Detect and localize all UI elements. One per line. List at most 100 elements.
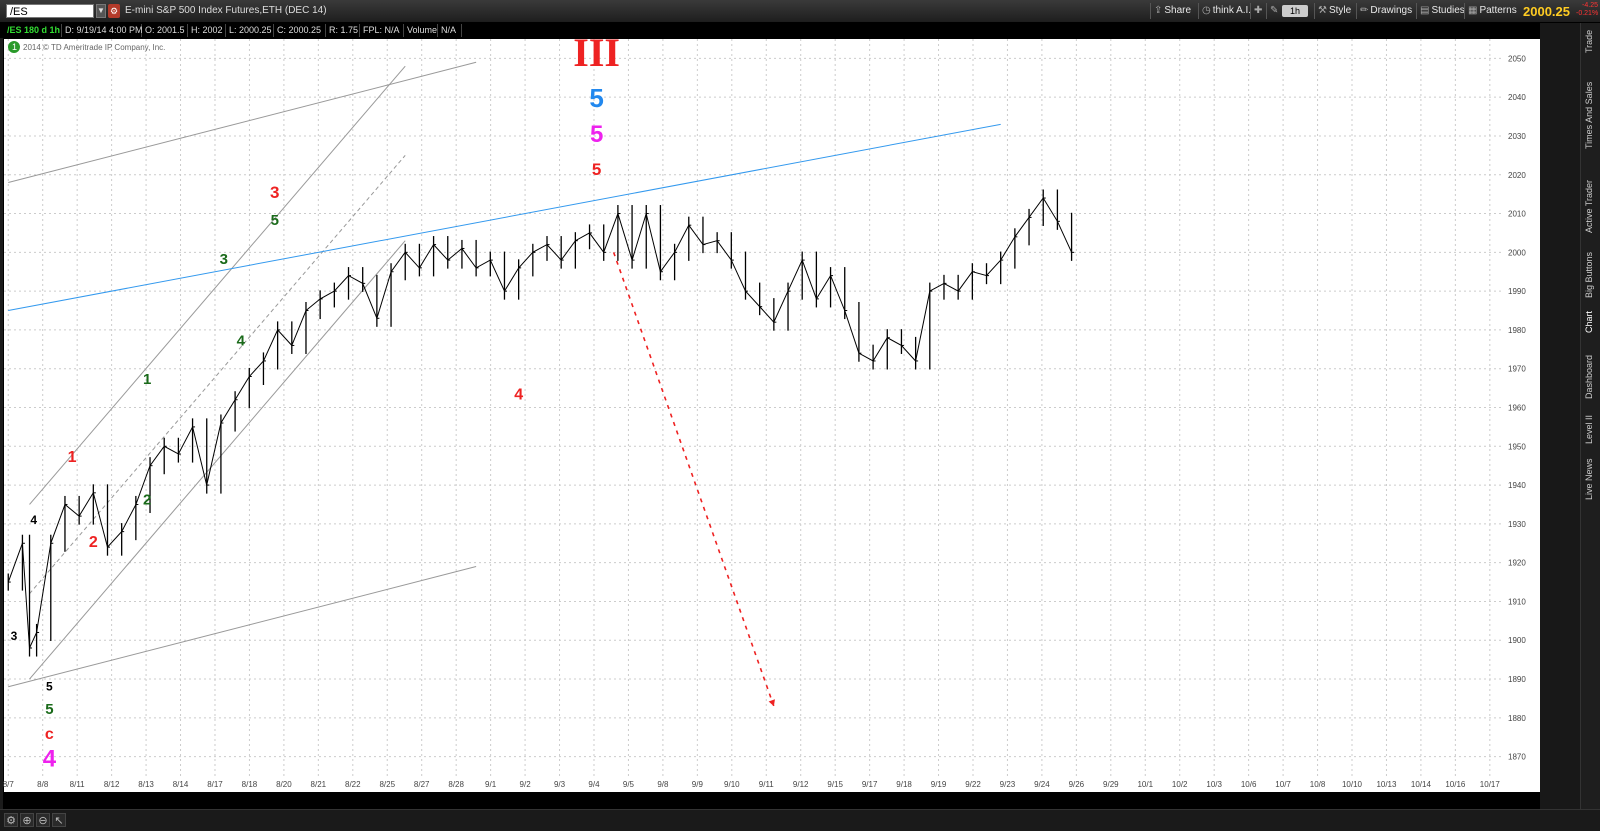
y-tick-label: 1900 [1508,636,1526,645]
share-button[interactable]: ⇪ Share [1150,3,1194,19]
studies-button[interactable]: ▤ Studies [1416,3,1468,19]
chart-svg[interactable]: 1870 1880 1890 1900 1910 1920 1930 1940 1950 1960… [3,30,1540,809]
y-tick-label: 1890 [1508,675,1526,684]
x-tick-label: 9/19 [931,780,947,789]
y-tick-label: 1920 [1508,559,1526,568]
bar-open: O: 2001.5 [142,24,188,37]
wave-label: 4 [237,332,246,349]
volume-value: N/A [438,24,462,37]
wave-label: 4 [43,745,57,772]
crosshair-icon: ✚ [1254,5,1263,16]
x-tick-label: 8/20 [276,780,292,789]
x-tick-label: 9/8 [657,780,669,789]
x-tick-label: 9/10 [724,780,740,789]
x-tick-label: 10/17 [1480,780,1501,789]
y-tick-label: 1950 [1508,442,1526,451]
pencil-icon: ✏ [1360,5,1369,16]
tab-times-and-sales[interactable]: Times And Sales [1584,69,1598,161]
y-tick-label: 2030 [1508,132,1526,141]
x-tick-label: 10/7 [1275,780,1291,789]
x-tick-label: 9/4 [588,780,600,789]
bottom-toolbar: ⚙ ⊕ ⊖ ↖ [0,809,1600,831]
studies-icon: ▤ [1420,5,1430,16]
drawings-button[interactable]: ✏ Drawings [1356,3,1415,19]
wave-label: 3 [270,183,279,202]
crosshair-tool-button[interactable]: ✚ [1250,3,1267,19]
net-change: -4.25 -0.21% [1576,2,1598,18]
wave-label: 2 [89,534,98,551]
bar-date: D: 9/19/14 4:00 PM [62,24,143,37]
think-ai-button[interactable]: ◷ think A.I. [1198,3,1254,19]
wave-label: c [45,726,54,743]
right-sidebar: Trade Times And Sales Active Trader Big … [1580,23,1600,809]
x-tick-label: 9/12 [793,780,809,789]
tab-big-buttons[interactable]: Big Buttons [1584,245,1598,305]
y-tick-label: 1970 [1508,365,1526,374]
wave-label: 5 [590,121,603,148]
x-tick-label: 8/14 [173,780,189,789]
x-tick-label: 10/8 [1310,780,1326,789]
wave-label: 4 [514,387,523,404]
x-tick-label: 10/2 [1172,780,1188,789]
last-price: 2000.25 [1523,4,1570,19]
logo: 1 [8,41,20,53]
x-tick-label: 8/18 [242,780,258,789]
x-tick-label: 8/7 [3,780,14,789]
tab-dashboard[interactable]: Dashboard [1584,349,1598,405]
y-tick-label: 1930 [1508,520,1526,529]
tab-level-ii[interactable]: Level II [1584,411,1598,447]
y-tick-label: 2020 [1508,171,1526,180]
panel-divider[interactable] [1540,23,1580,809]
x-tick-label: 8/25 [379,780,395,789]
x-tick-label: 9/29 [1103,780,1119,789]
y-tick-label: 1990 [1508,287,1526,296]
tab-active-trader[interactable]: Active Trader [1584,171,1598,241]
wave-label: 5 [589,83,603,113]
style-button[interactable]: ⚒ Style [1314,3,1354,19]
symbol-input[interactable]: /ES [6,4,94,18]
tools-button[interactable]: ✎ [1266,3,1283,19]
wave-label: 4 [30,513,37,527]
wrench-icon: ✎ [1270,5,1279,16]
bar-range: R: 1.75 [326,24,360,37]
pointer-icon[interactable]: ↖ [52,813,66,827]
copyright-text: 2014 © TD Ameritrade IP Company, Inc. [23,43,165,52]
chart-info-bar: /ES 180 d 1h D: 9/19/14 4:00 PM O: 2001.… [0,23,1540,38]
x-tick-label: 9/26 [1069,780,1085,789]
patterns-button[interactable]: ▦ Patterns [1464,3,1520,19]
x-tick-label: 9/3 [554,780,566,789]
price-chart[interactable]: 1870 1880 1890 1900 1910 1920 1930 1940 1950 1960… [3,30,1540,809]
bar-low: L: 2000.25 [226,24,274,37]
zoom-in-icon[interactable]: ⊕ [20,813,34,827]
zoom-out-icon[interactable]: ⊖ [36,813,50,827]
aggregation-selector[interactable]: 1h [1282,5,1308,17]
symbol-dropdown-icon[interactable]: ▼ [96,4,106,18]
tab-chart[interactable]: Chart [1584,307,1598,337]
top-toolbar: /ES ▼ ⚙ E-mini S&P 500 Index Futures,ETH… [0,0,1600,23]
y-tick-label: 1960 [1508,404,1526,413]
tab-trade[interactable]: Trade [1584,25,1598,57]
x-tick-label: 8/21 [311,780,327,789]
x-tick-label: 10/10 [1342,780,1363,789]
x-tick-label: 8/17 [207,780,223,789]
x-tick-label: 8/12 [104,780,120,789]
symbol-settings-icon[interactable]: ⚙ [108,4,120,18]
x-tick-label: 9/23 [1000,780,1016,789]
x-tick-label: 9/15 [827,780,843,789]
wave-label: III [573,38,620,75]
volume-label: Volume [404,24,438,37]
wave-label: 5 [45,701,53,718]
x-tick-label: 9/2 [520,780,532,789]
fpl-value: FPL: N/A [360,24,404,37]
x-tick-label: 10/1 [1137,780,1153,789]
tab-live-news[interactable]: Live News [1584,453,1598,505]
x-tick-label: 9/17 [862,780,878,789]
x-tick-label: 8/22 [345,780,361,789]
wave-label: 2 [143,491,151,508]
wave-label: 3 [11,629,18,643]
net-change-value: -4.25 [1582,2,1598,9]
y-tick-label: 1940 [1508,481,1526,490]
x-tick-label: 9/5 [623,780,635,789]
settings-icon[interactable]: ⚙ [4,813,18,827]
patterns-icon: ▦ [1468,5,1478,16]
